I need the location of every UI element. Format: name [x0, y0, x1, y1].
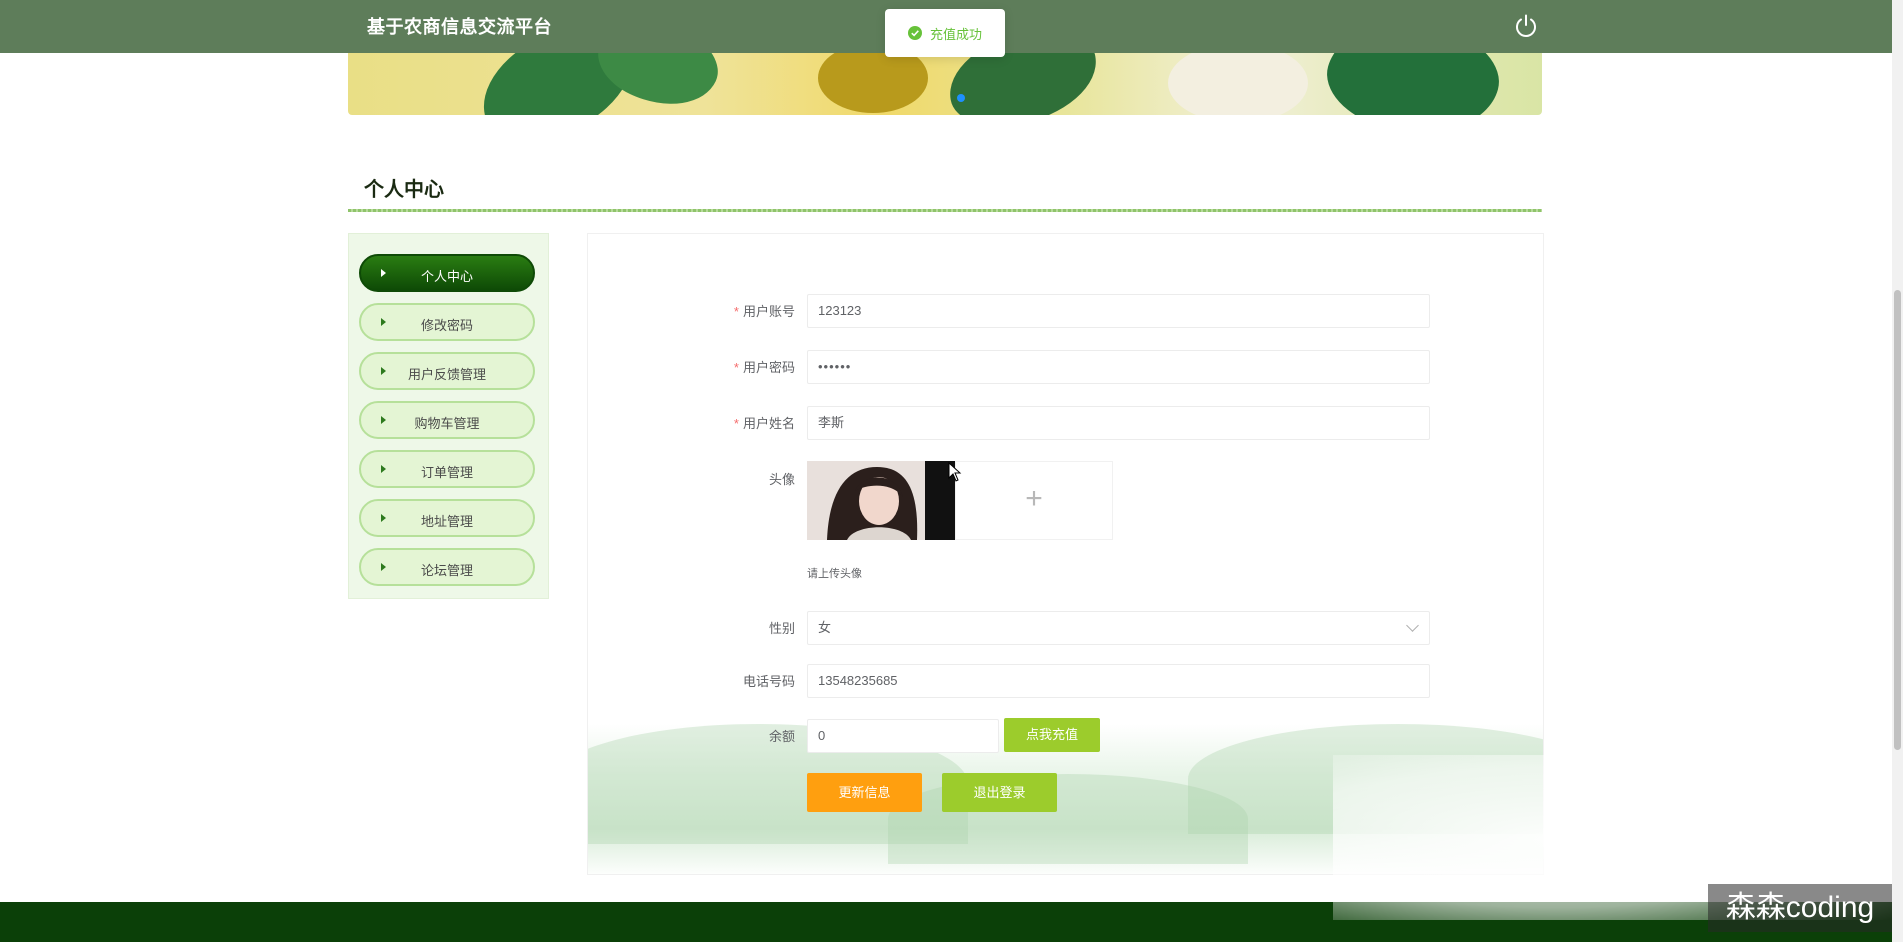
phone-input[interactable]: 13548235685 — [807, 664, 1430, 698]
avatar-hint: 请上传头像 — [807, 568, 862, 580]
banner-fruit — [818, 53, 928, 113]
success-check-icon — [907, 26, 922, 40]
brand-title: 基于农商信息交流平台 — [367, 17, 552, 37]
toast-message: 充值成功 — [929, 26, 982, 42]
plus-icon: + — [1025, 482, 1043, 515]
avatar-photo — [807, 461, 955, 540]
sidebar-item-label: 修改密码 — [420, 318, 473, 333]
name-input[interactable]: 李斯 — [807, 406, 1430, 440]
sidebar-item-change-password[interactable]: 修改密码 — [359, 303, 535, 341]
watermark: 森森coding — [1708, 884, 1892, 932]
sidebar-item-label: 购物车管理 — [414, 416, 480, 431]
sidebar-menu: 个人中心 修改密码 用户反馈管理 购物车管理 订单管理 地址管理 论坛管理 — [348, 233, 549, 599]
sidebar-item-cart[interactable]: 购物车管理 — [359, 401, 535, 439]
mouse-cursor-icon — [948, 462, 962, 482]
sidebar-item-label: 论坛管理 — [420, 563, 473, 578]
gender-selected-value: 女 — [818, 620, 832, 635]
password-label: * 用户密码 — [655, 357, 795, 376]
account-label-text: 用户账号 — [742, 304, 795, 319]
avatar-label: 头像 — [768, 472, 795, 487]
password-label-text: 用户密码 — [742, 360, 795, 375]
required-mark: * — [733, 360, 739, 375]
page-scrollbar[interactable] — [1892, 0, 1903, 942]
avatar-upload-button[interactable]: + — [955, 461, 1113, 540]
balance-input[interactable]: 0 — [807, 719, 999, 753]
password-input[interactable]: •••••• — [807, 350, 1430, 384]
sidebar-item-profile[interactable]: 个人中心 — [359, 254, 535, 292]
balance-label: 余额 — [768, 729, 795, 744]
banner-leaf — [1316, 53, 1510, 115]
banner-leaf — [941, 53, 1105, 115]
update-info-button[interactable]: 更新信息 — [807, 773, 922, 812]
sidebar-item-label: 用户反馈管理 — [407, 367, 486, 382]
required-mark: * — [733, 416, 739, 431]
scrollbar-thumb[interactable] — [1894, 290, 1901, 750]
account-input[interactable]: 123123 — [807, 294, 1430, 328]
sidebar-item-label: 地址管理 — [420, 514, 473, 529]
banner-bowl — [1168, 53, 1308, 115]
required-mark: * — [733, 304, 739, 319]
sidebar-item-forum[interactable]: 论坛管理 — [359, 548, 535, 586]
chevron-down-icon — [1406, 619, 1419, 632]
page-title: 个人中心 — [364, 179, 444, 201]
avatar-image[interactable] — [807, 461, 955, 540]
sidebar-item-feedback[interactable]: 用户反馈管理 — [359, 352, 535, 390]
sidebar-item-address[interactable]: 地址管理 — [359, 499, 535, 537]
gender-select[interactable]: 女 — [807, 611, 1430, 645]
name-label-text: 用户姓名 — [742, 416, 795, 431]
sidebar-item-label: 个人中心 — [420, 269, 473, 284]
account-label: * 用户账号 — [655, 301, 795, 320]
sidebar-item-label: 订单管理 — [420, 465, 473, 480]
carousel-indicator[interactable] — [957, 94, 965, 102]
phone-label: 电话号码 — [742, 674, 795, 689]
logout-button[interactable]: 退出登录 — [942, 773, 1057, 812]
name-label: * 用户姓名 — [655, 413, 795, 432]
power-logout-icon[interactable] — [1512, 12, 1540, 40]
gender-label: 性别 — [768, 621, 795, 636]
recharge-button[interactable]: 点我充值 — [1004, 718, 1100, 752]
success-toast: 充值成功 — [885, 9, 1005, 57]
banner-carousel — [348, 53, 1542, 115]
sidebar-item-orders[interactable]: 订单管理 — [359, 450, 535, 488]
title-divider — [348, 209, 1542, 212]
